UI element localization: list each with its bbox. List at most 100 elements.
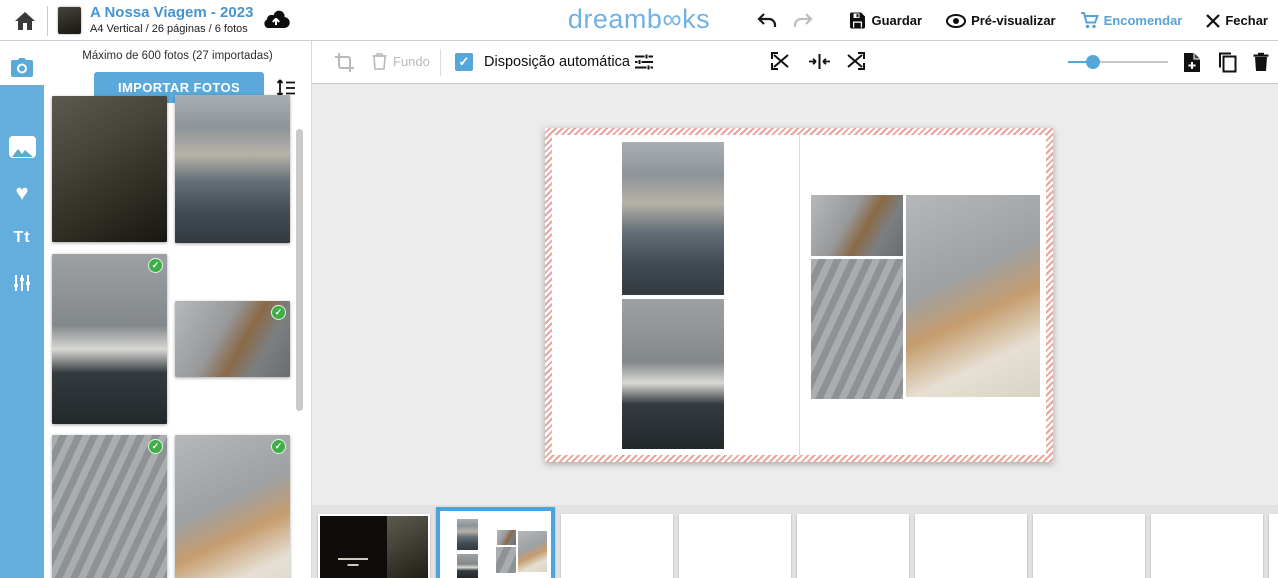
- vertical-sliders-icon: [13, 274, 31, 292]
- pages-strip-list: [318, 507, 1278, 578]
- toolbar-divider: [440, 49, 441, 76]
- merge-pages-icon[interactable]: [808, 52, 831, 71]
- topbar-actions: Guardar Pré-visualizar Encomendar Fechar: [757, 0, 1268, 41]
- page-thumbnail-blank-2[interactable]: [679, 514, 791, 578]
- page-thumbnail-blank-4[interactable]: [915, 514, 1027, 578]
- trash-outline-icon: [372, 52, 387, 70]
- cover-black-panel: [320, 516, 387, 578]
- photo-thumbnail-woman-with-hat[interactable]: ✓: [175, 435, 290, 578]
- sidebar-item-settings[interactable]: [0, 263, 44, 303]
- sidebar-item-text[interactable]: Tt: [0, 218, 44, 258]
- preview-button[interactable]: Pré-visualizar: [946, 13, 1056, 28]
- brand-infinity-glyph: ∞: [662, 4, 682, 34]
- undo-icon[interactable]: [757, 13, 777, 29]
- project-info: A Nossa Viagem - 2023 A4 Vertical / 26 p…: [90, 4, 253, 36]
- order-label: Encomendar: [1104, 13, 1183, 28]
- page-thumbnail-blank-3[interactable]: [797, 514, 909, 578]
- book-cover-thumbnail[interactable]: [58, 7, 81, 34]
- selected-check-icon: ✓: [271, 439, 286, 454]
- page-thumbnail-blank-5[interactable]: [1033, 514, 1145, 578]
- sidebar-item-favorites[interactable]: ♥: [0, 173, 44, 213]
- sidebar-item-photos[interactable]: [0, 127, 44, 167]
- preview-label: Pré-visualizar: [971, 13, 1056, 28]
- photo-slot-woman-with-hat[interactable]: [906, 195, 1040, 397]
- close-label: Fechar: [1225, 13, 1268, 28]
- save-label: Guardar: [871, 13, 922, 28]
- editor-area: Fundo ✓ Disposição automática: [312, 41, 1278, 578]
- page-thumbnail-cover[interactable]: [318, 514, 430, 578]
- page-thumbnail-blank-6[interactable]: [1151, 514, 1263, 578]
- page-thumbnail-blank-7[interactable]: [1269, 514, 1278, 578]
- eye-icon: [946, 14, 966, 28]
- mini-photo: [496, 547, 516, 573]
- zoom-slider-thumb[interactable]: [1086, 55, 1100, 69]
- spread-pages: [552, 135, 1046, 455]
- cover-subtitle-line: [348, 564, 359, 566]
- page-thumbnail-current-spread[interactable]: [436, 507, 555, 578]
- shuffle-right-icon[interactable]: [845, 52, 866, 71]
- project-title[interactable]: A Nossa Viagem - 2023: [90, 4, 253, 22]
- checkmark-glyph: ✓: [459, 54, 470, 70]
- duplicate-page-icon[interactable]: [1218, 52, 1237, 73]
- photo-thumbnail-couple-on-stairs[interactable]: [52, 96, 167, 242]
- zoom-slider[interactable]: [1068, 55, 1168, 69]
- spread-toolbar: Fundo ✓ Disposição automática: [312, 41, 1278, 84]
- add-page-icon[interactable]: [1183, 52, 1201, 73]
- page-fold-line: [799, 135, 800, 455]
- photo-row: ✓✓: [52, 254, 290, 424]
- mini-photo: [518, 531, 547, 572]
- selected-check-icon: ✓: [271, 305, 286, 320]
- cover-title-line: [338, 558, 368, 560]
- mini-photo: [497, 530, 516, 545]
- home-icon[interactable]: [13, 10, 37, 32]
- mini-photo: [457, 554, 478, 578]
- pages-strip: [312, 505, 1278, 578]
- camera-icon: [10, 58, 34, 78]
- photos-panel: Máximo de 600 fotos (27 importadas) IMPO…: [44, 41, 312, 578]
- cart-icon: [1080, 12, 1099, 29]
- photo-slot-couple-standing[interactable]: [811, 195, 903, 256]
- close-icon: [1206, 14, 1220, 28]
- mini-photo: [457, 519, 478, 550]
- crop-icon[interactable]: [334, 52, 355, 73]
- sidebar-item-camera[interactable]: [0, 48, 44, 88]
- photo-thumbnail-couple-standing[interactable]: ✓: [175, 301, 290, 377]
- photo-thumbnail-man-leaning-on-rocks[interactable]: ✓: [52, 435, 167, 578]
- shuffle-left-icon[interactable]: [770, 52, 791, 71]
- photo-limit-label: Máximo de 600 fotos (27 importadas): [44, 50, 311, 62]
- selected-check-icon: ✓: [148, 439, 163, 454]
- spread-bleed-area: [545, 128, 1053, 462]
- photo-slot-woman-reaching-from-boat[interactable]: [622, 142, 724, 295]
- photo-row: [52, 95, 290, 243]
- layout-options-icon[interactable]: [634, 53, 654, 71]
- icon-rail: ♥ Tt: [0, 41, 44, 578]
- selected-check-icon: ✓: [148, 258, 163, 273]
- save-button[interactable]: Guardar: [849, 12, 922, 29]
- save-icon: [849, 12, 866, 29]
- photo-slot-man-leaning-on-rocks[interactable]: [811, 259, 903, 399]
- delete-page-icon[interactable]: [1253, 52, 1269, 72]
- photo-row: ✓✓: [52, 435, 290, 578]
- photo-grid: ✓✓✓✓: [52, 95, 290, 578]
- order-button[interactable]: Encomendar: [1080, 12, 1183, 29]
- rail-blue-panel: ♥ Tt: [0, 85, 44, 578]
- auto-layout-label: Disposição automática: [484, 54, 630, 70]
- cover-photo: [387, 516, 428, 578]
- photo-thumbnail-woman-sitting-in-boat[interactable]: ✓: [52, 254, 167, 424]
- close-button[interactable]: Fechar: [1206, 13, 1268, 28]
- background-delete-button[interactable]: Fundo: [372, 52, 430, 70]
- auto-layout-checkbox[interactable]: ✓: [455, 53, 473, 71]
- top-bar: A Nossa Viagem - 2023 A4 Vertical / 26 p…: [0, 0, 1278, 41]
- canvas[interactable]: [312, 84, 1278, 505]
- project-subtitle: A4 Vertical / 26 páginas / 6 fotos: [90, 22, 253, 36]
- photo-thumbnail-woman-reaching-from-boat[interactable]: [175, 95, 290, 243]
- heart-icon: ♥: [15, 183, 28, 203]
- page-thumbnail-blank-1[interactable]: [561, 514, 673, 578]
- photos-scrollbar[interactable]: [296, 129, 303, 411]
- topbar-divider: [47, 6, 48, 36]
- photo-slot-woman-sitting-in-boat[interactable]: [622, 299, 724, 449]
- gallery-icon: [9, 136, 36, 158]
- redo-icon[interactable]: [793, 13, 813, 29]
- cloud-sync-icon[interactable]: [262, 9, 290, 29]
- text-tool-icon: Tt: [13, 229, 30, 247]
